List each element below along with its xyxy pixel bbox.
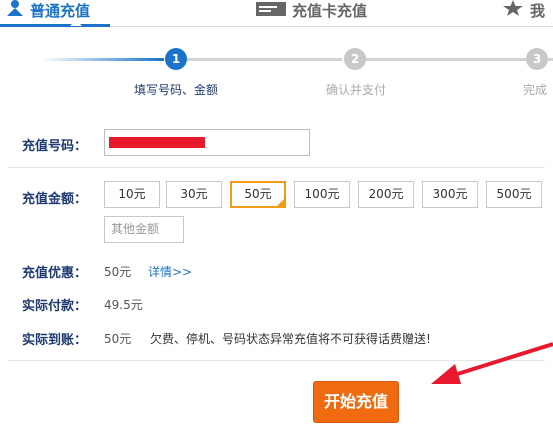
step-3-circle: 3	[526, 48, 548, 70]
amount-option-300[interactable]: 300元	[422, 181, 478, 208]
pay-label: 实际付款：	[22, 299, 88, 314]
tab-my[interactable]: 我	[502, 0, 545, 26]
other-amount-input[interactable]: 其他金额	[104, 216, 184, 243]
step-line-done	[40, 58, 164, 61]
step-1-label: 填写号码、金额	[134, 83, 219, 97]
tab-label: 普通充值	[30, 2, 91, 20]
recharge-tabs: 普通充值 充值卡充值 我	[0, 0, 553, 27]
active-tab-indicator	[0, 24, 110, 27]
tab-card-recharge[interactable]: 充值卡充值	[256, 0, 367, 26]
active-tab-caret	[70, 20, 82, 26]
selected-corner-mark	[277, 199, 284, 206]
amount-option-50-selected[interactable]: 50元	[230, 181, 286, 208]
step-line	[186, 58, 342, 61]
amount-label: 充值金额：	[22, 192, 88, 207]
discount-label: 充值优惠：	[22, 266, 88, 281]
amount-option-30[interactable]: 30元	[166, 181, 222, 208]
discount-value: 50元	[104, 265, 132, 279]
step-2-label: 确认并支付	[326, 83, 387, 97]
star-icon	[502, 0, 524, 20]
start-recharge-button[interactable]: 开始充值	[313, 381, 399, 423]
step-1-circle: 1	[165, 48, 187, 70]
phone-label: 充值号码：	[22, 139, 88, 154]
step-3-label: 完成	[523, 83, 548, 97]
pay-value: 49.5元	[104, 298, 143, 312]
user-icon	[6, 0, 24, 20]
receive-label: 实际到账：	[22, 333, 88, 348]
divider	[8, 167, 545, 168]
amount-option-500[interactable]: 500元	[486, 181, 542, 208]
amount-option-10[interactable]: 10元	[104, 181, 160, 208]
discount-details-link[interactable]: 详情>>	[148, 263, 192, 280]
amount-option-label: 50元	[244, 187, 272, 201]
receive-note: 欠费、停机、号码状态异常充值将不可获得话费赠送!	[150, 332, 431, 346]
amount-option-200[interactable]: 200元	[358, 181, 414, 208]
amount-option-100[interactable]: 100元	[294, 181, 350, 208]
step-line	[366, 58, 526, 61]
progress-steps: 1 2 3 填写号码、金额 确认并支付 完成	[0, 46, 553, 97]
receive-value: 50元	[104, 332, 132, 346]
step-line	[548, 58, 553, 61]
step-2-circle: 2	[344, 48, 366, 70]
card-icon	[256, 0, 286, 20]
redaction-mark	[109, 137, 205, 148]
phone-input[interactable]	[104, 129, 310, 156]
tab-label: 充值卡充值	[292, 2, 368, 20]
red-arrow-annotation	[431, 342, 553, 384]
tab-label: 我	[530, 2, 546, 20]
